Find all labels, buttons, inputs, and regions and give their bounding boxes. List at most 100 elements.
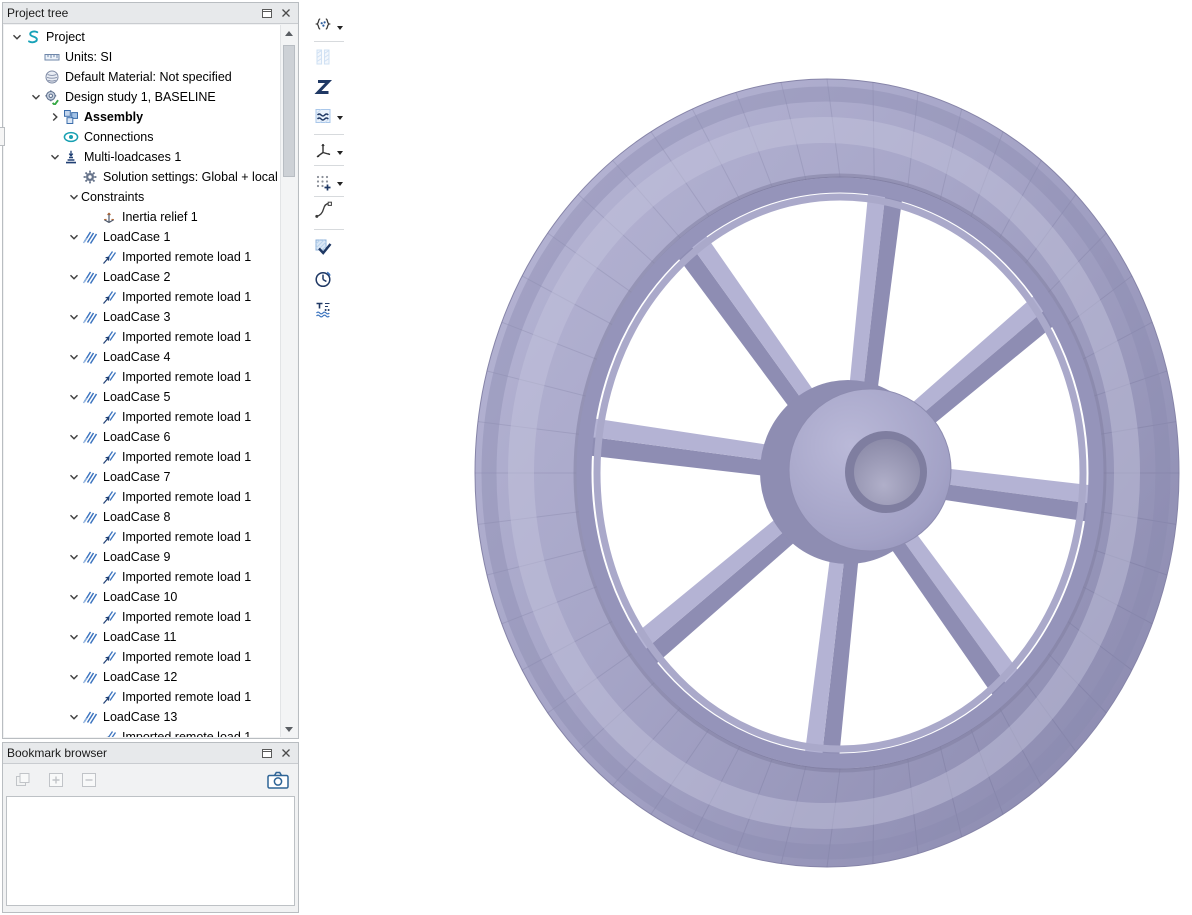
collapsed-panel-tab[interactable] [0, 127, 5, 146]
dropdown-arrow-icon[interactable] [337, 26, 343, 30]
chevron-spacer [29, 50, 43, 64]
tree-item[interactable]: LoadCase 12 [4, 667, 297, 687]
toolbar-separator [314, 41, 344, 42]
chevron-down-icon[interactable] [67, 350, 81, 364]
scroll-down-icon[interactable] [281, 721, 297, 737]
dropdown-arrow-icon[interactable] [337, 182, 343, 186]
square-minus-button[interactable] [77, 769, 101, 791]
tree-item[interactable]: Imported remote load 1 [4, 407, 297, 427]
dropdown-arrow-icon[interactable] [337, 116, 343, 120]
tree-item[interactable]: Imported remote load 1 [4, 527, 297, 547]
project-tree-scrollbar[interactable] [280, 25, 297, 737]
project-tree-titlebar: Project tree [3, 3, 298, 24]
chevron-spacer [86, 570, 100, 584]
tree-item-label: Solution settings: Global + local [103, 170, 278, 184]
tree-item[interactable]: Multi-loadcases 1 [4, 147, 297, 167]
tree-item[interactable]: Imported remote load 1 [4, 247, 297, 267]
close-panel-button[interactable] [277, 745, 294, 762]
toolbar-separator [314, 196, 344, 197]
loadcase-icon [82, 269, 98, 285]
chevron-down-icon[interactable] [67, 390, 81, 404]
toolbar-button-z-section[interactable] [311, 75, 357, 102]
chevron-right-icon[interactable] [48, 110, 62, 124]
toolbar-button-probe-points[interactable] [311, 297, 357, 324]
tree-item[interactable]: LoadCase 2 [4, 267, 297, 287]
close-panel-button[interactable] [277, 5, 294, 22]
viewport-3d[interactable] [300, 0, 1192, 915]
tree-item[interactable]: Default Material: Not specified [4, 67, 297, 87]
tree-item[interactable]: Assembly [4, 107, 297, 127]
tree-item[interactable]: Imported remote load 1 [4, 327, 297, 347]
tree-item[interactable]: Imported remote load 1 [4, 607, 297, 627]
float-panel-button[interactable] [258, 5, 275, 22]
tree-item[interactable]: Connections [4, 127, 297, 147]
square-plus-button[interactable] [44, 769, 68, 791]
tree-item[interactable]: LoadCase 7 [4, 467, 297, 487]
toolbar-button-checked-plate[interactable] [311, 235, 357, 262]
tree-item[interactable]: Imported remote load 1 [4, 567, 297, 587]
project-tree-title: Project tree [7, 6, 256, 20]
chevron-down-icon[interactable] [67, 470, 81, 484]
chevron-down-icon[interactable] [48, 150, 62, 164]
scroll-up-icon[interactable] [281, 25, 297, 41]
toolbar-button-triad-axes[interactable] [311, 139, 357, 166]
tree-item[interactable]: LoadCase 10 [4, 587, 297, 607]
tree-item[interactable]: Imported remote load 1 [4, 447, 297, 467]
tree-item[interactable]: LoadCase 8 [4, 507, 297, 527]
chevron-down-icon[interactable] [67, 510, 81, 524]
tree-item[interactable]: Imported remote load 1 [4, 727, 297, 737]
chevron-down-icon[interactable] [67, 270, 81, 284]
chevron-spacer [86, 690, 100, 704]
toolbar-button-hatched-waves[interactable] [311, 104, 357, 131]
chevron-spacer [48, 130, 62, 144]
chevron-down-icon[interactable] [67, 430, 81, 444]
toolbar-button-spline-curve[interactable] [311, 198, 357, 225]
tree-item[interactable]: Project [4, 27, 297, 47]
left-toolbar [305, 0, 359, 915]
chevron-down-icon[interactable] [29, 90, 43, 104]
tree-item[interactable]: Imported remote load 1 [4, 287, 297, 307]
remote-load-icon [101, 529, 117, 545]
tree-item[interactable]: LoadCase 5 [4, 387, 297, 407]
tree-item[interactable]: Imported remote load 1 [4, 367, 297, 387]
tree-item[interactable]: Units: SI [4, 47, 297, 67]
tree-item[interactable]: LoadCase 9 [4, 547, 297, 567]
tree-item[interactable]: LoadCase 4 [4, 347, 297, 367]
tree-item[interactable]: Design study 1, BASELINE [4, 87, 297, 107]
chevron-down-icon[interactable] [67, 590, 81, 604]
chevron-down-icon[interactable] [67, 630, 81, 644]
copy-squares-button[interactable] [11, 769, 35, 791]
tree-item[interactable]: Solution settings: Global + local [4, 167, 297, 187]
tree-item[interactable]: LoadCase 1 [4, 227, 297, 247]
chevron-down-icon[interactable] [67, 670, 81, 684]
toolbar-button-hatched-plates[interactable] [311, 45, 357, 72]
chevron-down-icon[interactable] [67, 710, 81, 724]
toolbar-button-dot-grid-plus[interactable] [311, 170, 357, 197]
loadcase-icon [82, 389, 98, 405]
tree-item[interactable]: LoadCase 11 [4, 627, 297, 647]
tree-item[interactable]: LoadCase 6 [4, 427, 297, 447]
units-ruler-icon [44, 49, 60, 65]
chevron-down-icon[interactable] [67, 310, 81, 324]
chevron-spacer [86, 330, 100, 344]
tree-item[interactable]: Inertia relief 1 [4, 207, 297, 227]
bookmark-list[interactable] [6, 796, 295, 906]
scrollbar-thumb[interactable] [283, 45, 295, 177]
chevron-down-icon[interactable] [10, 30, 24, 44]
dropdown-arrow-icon[interactable] [337, 151, 343, 155]
camera-button[interactable] [266, 769, 290, 791]
tree-item[interactable]: Imported remote load 1 [4, 647, 297, 667]
tree-item[interactable]: LoadCase 3 [4, 307, 297, 327]
tree-item[interactable]: Imported remote load 1 [4, 687, 297, 707]
remote-load-icon [101, 329, 117, 345]
chevron-down-icon[interactable] [67, 550, 81, 564]
tree-item[interactable]: LoadCase 13 [4, 707, 297, 727]
chevron-down-icon[interactable] [67, 230, 81, 244]
toolbar-button-braces-dots[interactable] [311, 14, 357, 41]
tree-item[interactable]: Imported remote load 1 [4, 487, 297, 507]
tree-item[interactable]: Constraints [4, 187, 297, 207]
multi-loadcases-icon [63, 149, 79, 165]
float-panel-button[interactable] [258, 745, 275, 762]
chevron-down-icon[interactable] [67, 190, 81, 204]
toolbar-button-gauge-clock[interactable] [311, 267, 357, 294]
